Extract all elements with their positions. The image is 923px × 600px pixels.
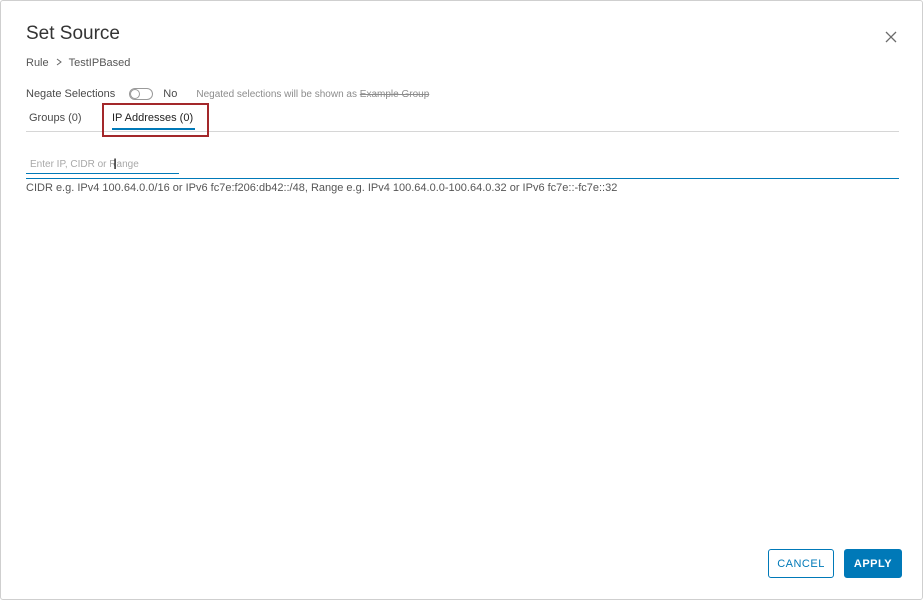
ip-address-input[interactable] [26, 156, 179, 174]
cancel-button[interactable]: CANCEL [768, 549, 834, 578]
chevron-right-icon [55, 57, 63, 69]
tab-ip-addresses[interactable]: IP Addresses (0) [112, 112, 196, 130]
input-underline [26, 178, 899, 179]
breadcrumb: Rule TestIPBased [26, 57, 130, 69]
active-tab-indicator [112, 128, 196, 130]
tab-groups[interactable]: Groups (0) [29, 112, 82, 130]
negate-note-example: Example Group [359, 88, 430, 100]
ip-format-hint: CIDR e.g. IPv4 100.64.0.0/16 or IPv6 fc7… [26, 182, 618, 194]
dialog-title: Set Source [26, 23, 120, 44]
tab-bar: Groups (0) IP Addresses (0) [26, 109, 899, 132]
negate-note-text: Negated selections will be shown as [196, 88, 357, 100]
tab-ip-addresses-label: IP Addresses (0) [112, 112, 194, 124]
text-cursor-icon: Ι [113, 157, 118, 173]
negate-selections-row: Negate Selections No Negated selections … [26, 86, 429, 102]
set-source-dialog: Set Source Rule TestIPBased Negate Selec… [0, 0, 923, 600]
apply-button[interactable]: APPLY [844, 549, 902, 578]
close-button[interactable] [881, 27, 901, 47]
close-icon [885, 31, 897, 43]
breadcrumb-current: TestIPBased [68, 57, 131, 69]
negate-toggle-state: No [163, 88, 178, 100]
negate-selections-label: Negate Selections [26, 88, 116, 100]
negate-note: Negated selections will be shown as Exam… [196, 89, 429, 100]
breadcrumb-rule[interactable]: Rule [26, 57, 49, 69]
toggle-knob [130, 89, 141, 99]
negate-toggle[interactable] [129, 88, 154, 100]
tab-groups-label: Groups (0) [29, 112, 82, 124]
